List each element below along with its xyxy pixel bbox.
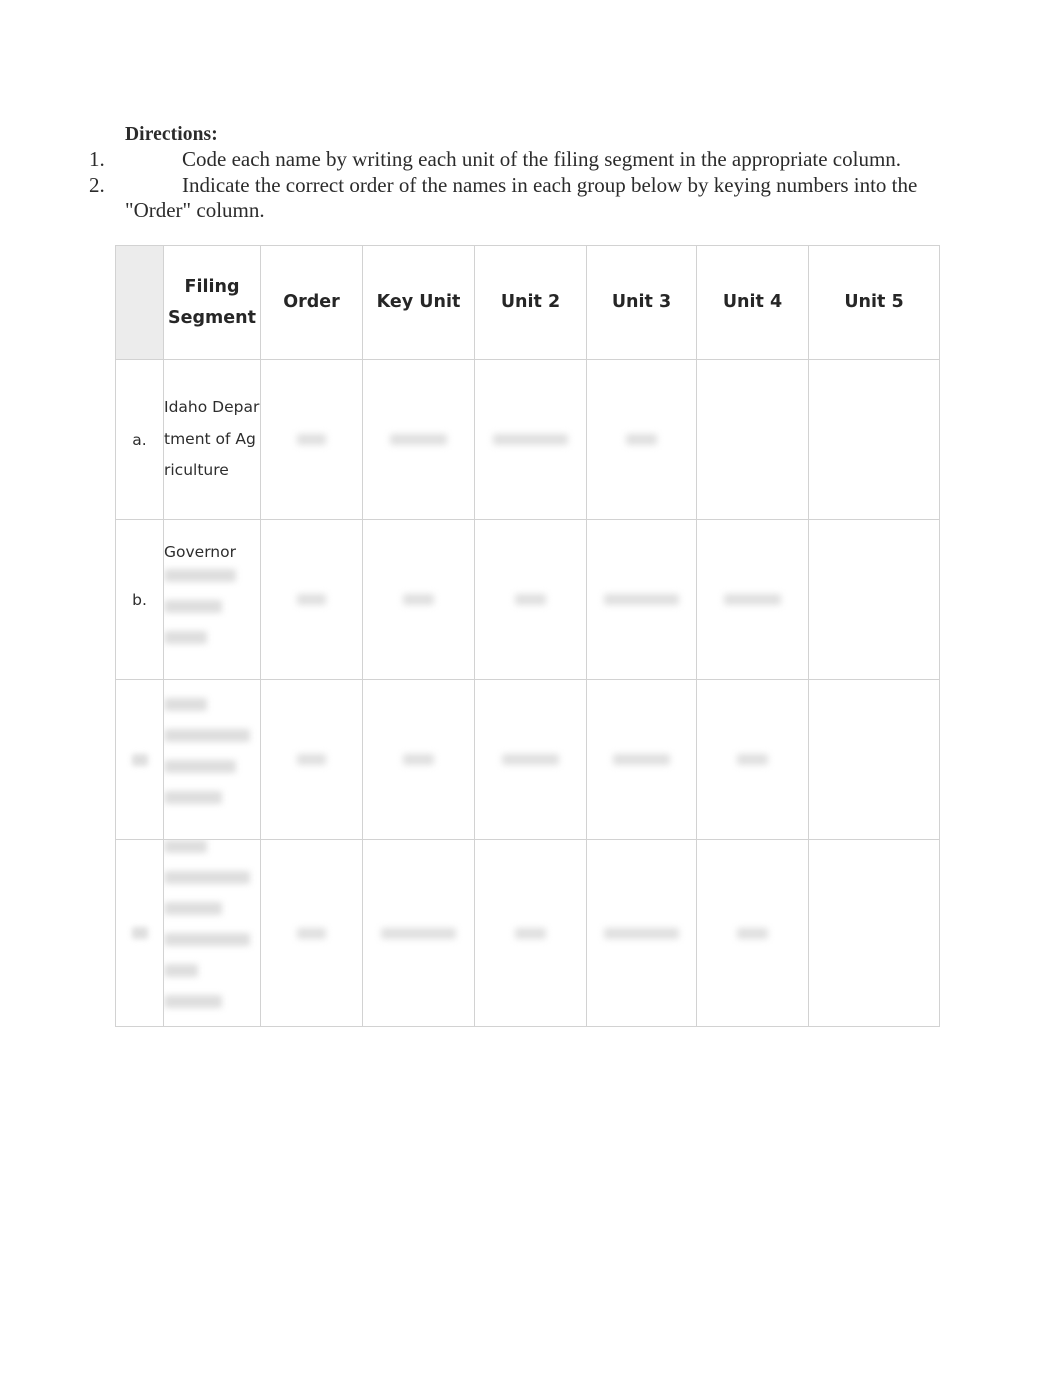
order-cell-d[interactable] — [260, 839, 363, 1027]
redacted-answer — [501, 754, 560, 765]
column-header-unit-3: Unit 3 — [586, 245, 697, 360]
redacted-answer — [723, 594, 782, 605]
redacted-answer — [297, 927, 326, 939]
redacted-text-line — [164, 840, 208, 853]
redacted-answer — [604, 927, 679, 939]
redacted-answer — [297, 434, 326, 445]
key-unit-cell-b[interactable] — [362, 519, 475, 680]
redacted-answer — [626, 434, 657, 445]
unit-3-cell-b[interactable] — [586, 519, 697, 680]
redacted-text-line — [164, 630, 208, 644]
redacted-text-line — [164, 568, 236, 582]
table-row: a. Idaho Department of Agriculture — [115, 359, 940, 520]
table-row: b. Governor — [115, 519, 940, 680]
redacted-marker — [131, 753, 148, 766]
document-page: Directions: 1. Code each name by writing… — [0, 0, 1062, 1377]
redacted-marker — [131, 927, 148, 939]
column-header-unit-2: Unit 2 — [474, 245, 587, 360]
redacted-answer — [604, 594, 679, 605]
table-header: Filing Segment Order Key Unit Unit 2 Uni… — [115, 245, 940, 360]
order-cell-b[interactable] — [260, 519, 363, 680]
column-header-marker — [115, 245, 164, 360]
redacted-text-line — [164, 759, 236, 773]
directions-heading: Directions: — [125, 124, 218, 145]
table-row — [115, 839, 940, 1027]
redacted-answer — [736, 927, 769, 939]
unit-5-cell-c[interactable] — [808, 679, 940, 840]
column-header-order: Order — [260, 245, 363, 360]
redacted-text-line — [164, 599, 222, 613]
redacted-text-line — [164, 933, 251, 946]
redacted-text-line — [164, 902, 222, 915]
redacted-text-line — [164, 871, 251, 884]
table-body: a. Idaho Department of Agriculture b. Go… — [115, 359, 940, 1027]
unit-4-cell-d[interactable] — [696, 839, 809, 1027]
redacted-text-line — [164, 995, 222, 1008]
unit-2-cell-d[interactable] — [474, 839, 587, 1027]
redacted-text-line — [164, 697, 208, 711]
unit-4-cell-a[interactable] — [696, 359, 809, 520]
unit-4-cell-c[interactable] — [696, 679, 809, 840]
unit-3-cell-a[interactable] — [586, 359, 697, 520]
redacted-answer — [402, 754, 435, 765]
unit-4-cell-b[interactable] — [696, 519, 809, 680]
redacted-answer — [514, 927, 547, 939]
instruction-text-1: Code each name by writing each unit of t… — [182, 147, 902, 171]
table-row — [115, 679, 940, 840]
filing-worksheet-table: Filing Segment Order Key Unit Unit 2 Uni… — [115, 245, 940, 1027]
redacted-text-line — [164, 728, 251, 742]
directions-block: Directions: 1. Code each name by writing… — [78, 122, 958, 224]
redacted-answer — [613, 754, 670, 765]
redacted-answer — [736, 754, 769, 765]
redacted-answer — [389, 434, 448, 445]
filing-segment-cell-d — [163, 839, 261, 1027]
order-cell-c[interactable] — [260, 679, 363, 840]
instruction-item-2: 2. Indicate the correct order of the nam… — [78, 173, 958, 224]
unit-3-cell-c[interactable] — [586, 679, 697, 840]
row-marker-d — [115, 839, 164, 1027]
filing-segment-text-b: Governor — [164, 543, 236, 562]
row-marker-c — [115, 679, 164, 840]
filing-segment-cell-c — [163, 679, 261, 840]
row-marker-b: b. — [115, 519, 164, 680]
redacted-answer — [297, 594, 326, 605]
redacted-text-line — [164, 964, 198, 977]
redacted-answer — [380, 927, 457, 939]
unit-5-cell-a[interactable] — [808, 359, 940, 520]
key-unit-cell-c[interactable] — [362, 679, 475, 840]
unit-2-cell-b[interactable] — [474, 519, 587, 680]
instruction-text-2: Indicate the correct order of the names … — [125, 172, 918, 223]
key-unit-cell-d[interactable] — [362, 839, 475, 1027]
redacted-text-line — [164, 790, 222, 804]
instruction-marker-1: 1. — [89, 147, 105, 171]
instructions-list: 1. Code each name by writing each unit o… — [78, 147, 958, 224]
order-cell-a[interactable] — [260, 359, 363, 520]
column-header-filing-segment: Filing Segment — [163, 245, 261, 360]
instruction-marker-2: 2. — [89, 172, 105, 197]
redacted-answer — [492, 434, 569, 445]
column-header-unit-5: Unit 5 — [808, 245, 940, 360]
column-header-unit-4: Unit 4 — [696, 245, 809, 360]
filing-segment-cell-a: Idaho Department of Agriculture — [163, 359, 261, 520]
filing-worksheet-table-wrap: Filing Segment Order Key Unit Unit 2 Uni… — [115, 245, 940, 1027]
unit-2-cell-c[interactable] — [474, 679, 587, 840]
row-marker-a: a. — [115, 359, 164, 520]
column-header-key-unit: Key Unit — [362, 245, 475, 360]
unit-3-cell-d[interactable] — [586, 839, 697, 1027]
unit-5-cell-b[interactable] — [808, 519, 940, 680]
redacted-answer — [514, 594, 547, 605]
redacted-answer — [297, 754, 326, 765]
unit-5-cell-d[interactable] — [808, 839, 940, 1027]
filing-segment-cell-b: Governor — [163, 519, 261, 680]
unit-2-cell-a[interactable] — [474, 359, 587, 520]
key-unit-cell-a[interactable] — [362, 359, 475, 520]
redacted-answer — [402, 594, 435, 605]
instruction-item-1: 1. Code each name by writing each unit o… — [78, 147, 958, 173]
header-row: Filing Segment Order Key Unit Unit 2 Uni… — [115, 245, 940, 360]
